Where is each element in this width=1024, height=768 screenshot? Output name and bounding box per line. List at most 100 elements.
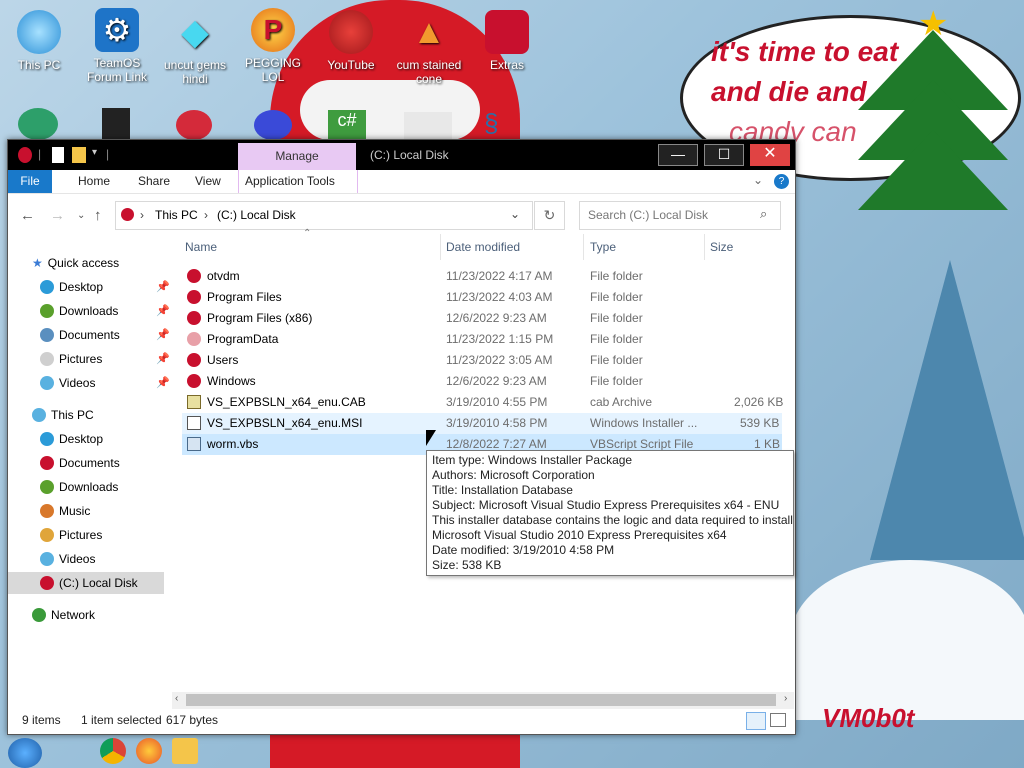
pin-icon[interactable]: 📌 [156, 328, 170, 341]
sidebar-item-videos[interactable]: Videos [40, 372, 95, 394]
column-header-type[interactable]: Type [590, 240, 616, 257]
pegging-icon: P [251, 8, 295, 52]
documents-icon [40, 328, 54, 342]
tab-view[interactable]: View [189, 170, 227, 193]
desktop-icon-extras[interactable]: Extras [470, 10, 544, 72]
column-header-size[interactable]: Size [710, 240, 733, 257]
desktop-icon-pegging[interactable]: P PEGGING LOL [236, 8, 310, 84]
tooltip-line: Title: Installation Database [432, 483, 573, 497]
wallpaper-watermark: VM0b0t [822, 703, 915, 733]
minimize-button[interactable]: — [658, 144, 698, 166]
sidebar-item-downloads[interactable]: Downloads [40, 476, 118, 498]
horizontal-scrollbar[interactable]: ‹ › [172, 692, 794, 709]
desktop-icon-cone[interactable]: ▲ cum stained cone [392, 10, 466, 86]
scroll-right-icon[interactable]: › [784, 693, 787, 704]
sidebar-item-videos[interactable]: Videos [40, 548, 95, 570]
desktop-icon-youtube[interactable]: YouTube [314, 10, 388, 72]
title-bar[interactable]: | ▾ | Manage (C:) Local Disk — ☐ ✕ [8, 140, 795, 170]
sidebar-item-pictures[interactable]: Pictures [40, 348, 102, 370]
desktop-icon-partial[interactable] [254, 110, 292, 140]
desktop-icon-this-pc[interactable]: This PC [2, 10, 76, 72]
details-view-icon[interactable] [746, 712, 766, 730]
explorer-window[interactable]: | ▾ | Manage (C:) Local Disk — ☐ ✕ File … [7, 139, 796, 735]
pin-icon[interactable]: 📌 [156, 352, 170, 365]
column-separator[interactable] [704, 234, 705, 260]
new-folder-icon[interactable] [72, 147, 86, 163]
help-icon[interactable]: ? [774, 174, 789, 189]
firefox-icon[interactable] [136, 738, 162, 764]
column-header-date[interactable]: Date modified [446, 240, 520, 257]
desktop-icon-uncut-gems[interactable]: ◆ uncut gems hindi [158, 10, 232, 86]
christmas-tree-icon: ★ [858, 5, 1008, 230]
sidebar-item-downloads[interactable]: Downloads [40, 300, 118, 322]
tab-share[interactable]: Share [132, 170, 176, 193]
address-bar[interactable]: › This PC › (C:) Local Disk ⌄ [115, 201, 533, 230]
sidebar-item-documents[interactable]: Documents [40, 452, 120, 474]
desktop-icon-partial[interactable] [102, 108, 130, 140]
folder-icon [187, 311, 201, 325]
diamond-icon: ◆ [181, 11, 209, 52]
search-input[interactable]: Search (C:) Local Disk ⌕ [579, 201, 781, 230]
breadcrumb-this-pc[interactable]: This PC [155, 208, 198, 222]
tab-home[interactable]: Home [72, 170, 116, 193]
sidebar-item-desktop[interactable]: Desktop [40, 428, 103, 450]
pin-icon[interactable]: 📌 [156, 304, 170, 317]
desktop-icon-partial[interactable] [404, 112, 452, 140]
sidebar-item-local-disk[interactable]: (C:) Local Disk [8, 572, 164, 594]
column-separator[interactable] [440, 234, 441, 260]
table-row[interactable]: Program Files (x86) 12/6/2022 9:23 AM Fi… [182, 308, 782, 329]
expand-ribbon-icon[interactable]: ⌄ [753, 173, 763, 187]
chevron-down-icon[interactable]: ⌄ [510, 207, 520, 221]
sidebar-item-desktop[interactable]: Desktop [40, 276, 103, 298]
desktop-icon-partial[interactable] [176, 110, 212, 140]
tab-application-tools[interactable]: Application Tools [238, 170, 358, 193]
sidebar-item-music[interactable]: Music [40, 500, 90, 522]
desktop-icon-label: YouTube [327, 58, 375, 72]
angry-bird-icon [329, 10, 373, 54]
status-bar: 9 items 1 item selected 617 bytes [8, 710, 795, 734]
close-button[interactable]: ✕ [750, 144, 790, 166]
table-row[interactable]: Windows 12/6/2022 9:23 AM File folder [182, 371, 782, 392]
desktop-icon-label: TeamOS Forum Link [86, 56, 148, 84]
desktop-icon-label: uncut gems hindi [163, 58, 227, 86]
sidebar-item-pictures[interactable]: Pictures [40, 524, 102, 546]
desktop-icon-partial[interactable]: § [484, 108, 510, 140]
sidebar-item-documents[interactable]: Documents [40, 324, 120, 346]
ribbon-tabs: File Home Share View Application Tools ⌄… [8, 170, 795, 194]
file-explorer-taskbar-icon[interactable] [172, 738, 198, 764]
pin-icon[interactable]: 📌 [156, 376, 170, 389]
sidebar-item-network[interactable]: Network [32, 604, 95, 626]
breadcrumb-local-disk[interactable]: (C:) Local Disk [217, 208, 296, 222]
table-row[interactable]: otvdm 11/23/2022 4:17 AM File folder [182, 266, 782, 287]
scrollbar-thumb[interactable] [186, 694, 776, 706]
pin-icon[interactable]: 📌 [156, 280, 170, 293]
table-row[interactable]: VS_EXPBSLN_x64_enu.MSI 3/19/2010 4:58 PM… [182, 413, 782, 434]
tab-file[interactable]: File [8, 170, 52, 193]
up-arrow-icon[interactable]: ↑ [94, 207, 102, 224]
recent-chevron-icon[interactable]: ⌄ [77, 210, 85, 221]
start-button[interactable] [8, 738, 42, 768]
sidebar-item-quick-access[interactable]: ★ Quick access [32, 252, 119, 274]
back-arrow-icon[interactable]: ← [20, 207, 35, 224]
table-row[interactable]: VS_EXPBSLN_x64_enu.CAB 3/19/2010 4:55 PM… [182, 392, 783, 413]
column-header-name[interactable]: Name [185, 240, 217, 257]
properties-icon[interactable] [52, 147, 64, 163]
column-separator[interactable] [583, 234, 584, 260]
table-row[interactable]: ProgramData 11/23/2022 1:15 PM File fold… [182, 329, 782, 350]
sidebar-item-this-pc[interactable]: This PC [32, 404, 94, 426]
chrome-icon[interactable] [100, 738, 126, 764]
scroll-left-icon[interactable]: ‹ [175, 693, 178, 704]
refresh-button[interactable]: ↻ [534, 201, 565, 230]
chevron-down-icon[interactable]: ▾ [92, 147, 97, 163]
pictures-icon [40, 352, 54, 366]
maximize-button[interactable]: ☐ [704, 144, 744, 166]
forward-arrow-icon[interactable]: → [50, 207, 65, 224]
desktop-icon-teamos[interactable]: ⚙ TeamOS Forum Link [80, 8, 154, 84]
tooltip-line: Date modified: 3/19/2010 4:58 PM [432, 543, 615, 557]
desktop-icon-partial[interactable]: c# [328, 110, 366, 140]
desktop-icon-partial[interactable] [18, 108, 58, 140]
table-row[interactable]: Program Files 11/23/2022 4:03 AM File fo… [182, 287, 782, 308]
table-row[interactable]: Users 11/23/2022 3:05 AM File folder [182, 350, 782, 371]
tab-manage[interactable]: Manage [238, 143, 356, 170]
large-icons-view-icon[interactable] [770, 713, 786, 727]
